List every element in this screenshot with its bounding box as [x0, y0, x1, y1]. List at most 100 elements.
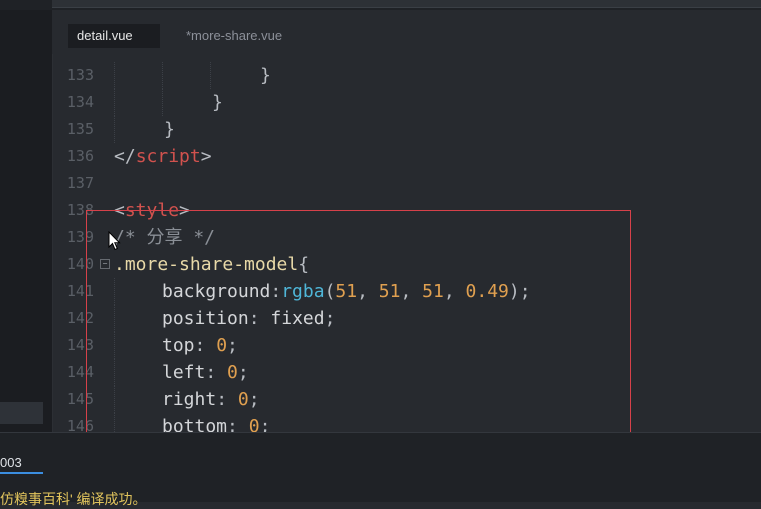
code-token: 0	[227, 362, 238, 383]
code-line[interactable]: 135}	[52, 116, 761, 143]
code-token: position	[162, 308, 249, 329]
code-text: bottom: 0;	[162, 413, 270, 432]
code-token: :	[270, 281, 282, 302]
indent-guide	[114, 413, 115, 432]
indent-guide	[114, 359, 115, 386]
code-token: >	[179, 200, 190, 221]
code-token: 0	[216, 335, 228, 356]
code-token: </	[114, 146, 136, 167]
indent-guide	[114, 116, 115, 143]
code-token: .more-share-model	[114, 254, 299, 275]
code-token: rgba	[281, 281, 325, 302]
code-line[interactable]: 133}	[52, 62, 761, 89]
code-token: ,	[357, 281, 379, 302]
code-text: }	[260, 62, 271, 89]
code-token: }	[212, 92, 223, 113]
code-token: 0	[248, 416, 260, 432]
fold-collapse-icon[interactable]: −	[100, 259, 110, 269]
code-text: background:rgba(51, 51, 51, 0.49);	[162, 278, 531, 305]
line-number: 138	[66, 201, 94, 219]
code-token: ;	[259, 416, 271, 432]
code-token: top	[162, 335, 195, 356]
code-token: }	[260, 65, 271, 86]
line-number: 133	[66, 66, 94, 84]
mouse-pointer-icon	[108, 231, 121, 251]
code-text: }	[212, 89, 223, 116]
code-token: ,	[400, 281, 423, 302]
code-line[interactable]: 144 left: 0;	[52, 359, 761, 386]
code-token: (	[324, 281, 336, 302]
code-token: bottom	[162, 416, 228, 432]
line-number: 141	[66, 282, 94, 300]
line-number: 134	[66, 93, 94, 111]
tab-detail-vue[interactable]: detail.vue	[68, 24, 160, 48]
indent-guide	[114, 386, 115, 413]
code-text: left: 0;	[162, 359, 249, 386]
code-editor[interactable]: 133} 134} 135} 136 </script> 137 138 <style> 139…	[52, 62, 761, 432]
code-token: ;	[237, 362, 249, 383]
code-token: background	[162, 281, 271, 302]
code-text: .more-share-model{	[114, 251, 309, 278]
code-token: /* 分享 */	[114, 227, 216, 248]
code-token: 51	[378, 281, 401, 302]
line-number: 139	[66, 228, 94, 246]
code-token: 51	[335, 281, 358, 302]
indent-guide	[114, 89, 115, 116]
indent-guide	[162, 62, 163, 89]
indent-guide	[162, 89, 163, 116]
code-line[interactable]: 136 </script>	[52, 143, 761, 170]
indent-guide	[114, 305, 115, 332]
line-number: 137	[66, 174, 94, 192]
code-token: <	[114, 200, 125, 221]
line-number: 142	[66, 309, 94, 327]
console-panel: 003 仿糗事百科' 编译成功。	[0, 432, 761, 507]
console-tab[interactable]: 003	[0, 453, 43, 474]
code-token: >	[200, 146, 212, 167]
code-token: :	[248, 308, 271, 329]
code-text: right: 0;	[162, 386, 260, 413]
top-scrollbar[interactable]	[52, 0, 761, 8]
line-number: 146	[66, 417, 94, 432]
line-number: 145	[66, 390, 94, 408]
code-token: 0.49	[465, 281, 509, 302]
code-line[interactable]: 146 bottom: 0;	[52, 413, 761, 432]
code-token: right	[162, 389, 217, 410]
indent-guide	[114, 332, 115, 359]
code-text: </script>	[114, 143, 212, 170]
code-token: :	[194, 335, 217, 356]
code-token: ;	[227, 335, 238, 356]
code-line[interactable]: 141 background:rgba(51, 51, 51, 0.49);	[52, 278, 761, 305]
code-text: top: 0;	[162, 332, 238, 359]
code-token: style	[124, 200, 180, 221]
indent-guide	[114, 62, 115, 89]
code-line[interactable]: 140− .more-share-model{	[52, 251, 761, 278]
code-token: :	[227, 416, 249, 432]
code-text: /* 分享 */	[114, 224, 215, 251]
indent-guide	[210, 62, 211, 89]
code-line[interactable]: 145 right: 0;	[52, 386, 761, 413]
code-line[interactable]: 142 position: fixed;	[52, 305, 761, 332]
code-token: {	[298, 254, 310, 275]
code-token: fixed	[270, 308, 325, 329]
code-token: ,	[443, 281, 466, 302]
line-number: 143	[66, 336, 94, 354]
code-token: left	[162, 362, 206, 383]
code-line[interactable]: 138 <style>	[52, 197, 761, 224]
tab-more-share-vue[interactable]: *more-share.vue	[186, 24, 282, 48]
project-sidebar	[0, 10, 53, 432]
line-number: 136	[66, 147, 94, 165]
code-token: }	[164, 119, 175, 140]
editor-tab-bar: detail.vue *more-share.vue	[52, 10, 761, 54]
code-text: position: fixed;	[162, 305, 335, 332]
title-strip	[0, 0, 761, 10]
code-line[interactable]: 139 /* 分享 */	[52, 224, 761, 251]
sidebar-selected-row[interactable]	[0, 402, 43, 424]
code-line[interactable]: 134}	[52, 89, 761, 116]
code-text: <style>	[114, 197, 190, 224]
code-line[interactable]: 137	[52, 170, 761, 197]
code-text: }	[164, 116, 175, 143]
code-token: :	[216, 389, 238, 410]
code-token: ;	[248, 389, 260, 410]
line-number: 144	[66, 363, 94, 381]
code-line[interactable]: 143 top: 0;	[52, 332, 761, 359]
